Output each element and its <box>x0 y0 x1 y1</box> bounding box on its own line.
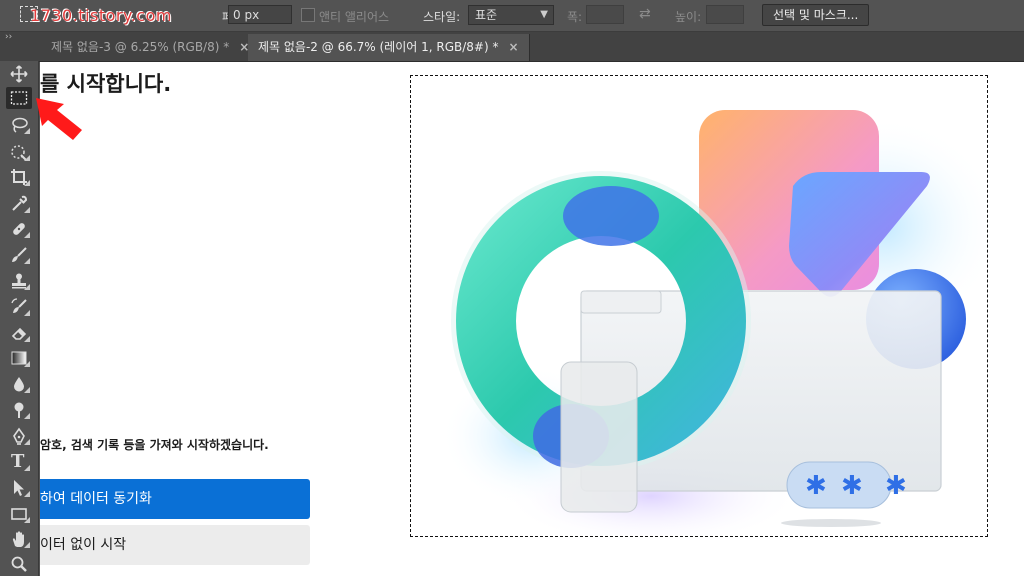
close-icon[interactable]: × <box>508 40 518 54</box>
quick-selection-tool[interactable] <box>6 141 32 163</box>
antialias-label: 앤티 앨리어스 <box>319 10 390 24</box>
collapse-panel-icon[interactable]: ›› <box>5 32 12 42</box>
type-icon: T <box>11 451 25 472</box>
select-and-mask-button[interactable]: 선택 및 마스크... <box>762 4 870 26</box>
tool-flyout-icon <box>24 284 30 290</box>
zoom-tool[interactable] <box>6 553 32 575</box>
tool-flyout-icon <box>24 387 30 393</box>
feather-input[interactable]: 0 px <box>228 5 292 24</box>
sync-data-label: 하여 데이터 동기화 <box>40 491 152 507</box>
path-selection-tool[interactable] <box>6 477 32 499</box>
height-input[interactable] <box>706 5 744 24</box>
eraser-tool[interactable] <box>6 322 32 344</box>
style-select[interactable]: 표준 ▼ <box>468 5 554 25</box>
tool-flyout-icon <box>24 232 30 238</box>
tool-flyout-icon <box>24 310 30 316</box>
sync-description: 암호, 검색 기록 등을 가져와 시작하겠습니다. <box>40 438 269 452</box>
style-label: 스타일: <box>423 10 461 24</box>
tool-flyout-icon <box>24 155 30 161</box>
tool-flyout-icon <box>24 258 30 264</box>
tab-label: 제목 없음-2 @ 66.7% (레이어 1, RGB/8#) * <box>258 40 499 54</box>
tool-flyout-icon <box>24 465 30 471</box>
tool-flyout-icon <box>24 491 30 497</box>
move-tool[interactable] <box>6 63 32 85</box>
tool-flyout-icon <box>24 439 30 445</box>
gradient-tool[interactable] <box>6 347 32 369</box>
eyedropper-tool[interactable] <box>6 193 32 215</box>
marquee-selection[interactable] <box>410 75 988 537</box>
rectangle-tool[interactable] <box>6 503 32 525</box>
dodge-tool[interactable] <box>6 399 32 421</box>
annotation-arrow-icon <box>36 98 82 140</box>
tab-document-2[interactable]: 제목 없음-2 @ 66.7% (레이어 1, RGB/8#) * × <box>248 34 530 61</box>
width-input[interactable] <box>586 5 624 24</box>
healing-brush-tool[interactable] <box>6 218 32 240</box>
tool-flyout-icon <box>24 180 30 186</box>
antialias-checkbox[interactable] <box>301 8 315 22</box>
tab-document-3[interactable]: 제목 없음-3 @ 6.25% (RGB/8) * × <box>41 34 261 61</box>
tool-flyout-icon <box>24 413 30 419</box>
chevron-down-icon: ▼ <box>540 9 548 20</box>
tab-label: 제목 없음-3 @ 6.25% (RGB/8) * <box>51 40 230 54</box>
crop-tool[interactable] <box>6 166 32 188</box>
type-tool[interactable]: T <box>6 451 32 473</box>
history-brush-tool[interactable] <box>6 296 32 318</box>
hand-tool[interactable] <box>6 528 32 550</box>
tool-flyout-icon <box>24 336 30 342</box>
zoom-icon <box>11 556 27 572</box>
width-label: 폭: <box>567 10 583 24</box>
move-icon <box>10 65 28 83</box>
document-tab-bar: ›› 제목 없음-3 @ 6.25% (RGB/8) * × 제목 없음-2 @ … <box>0 32 1024 62</box>
watermark: 1730.tistory.com <box>30 6 172 25</box>
swap-icon[interactable]: ⇄ <box>639 6 651 22</box>
tool-flyout-icon <box>24 361 30 367</box>
style-select-value: 표준 <box>475 8 498 22</box>
pen-tool[interactable] <box>6 425 32 447</box>
start-without-data-button[interactable]: 이터 없이 시작 <box>40 525 310 565</box>
sync-data-button[interactable]: 하여 데이터 동기화 <box>40 479 310 519</box>
tool-flyout-icon <box>24 542 30 548</box>
clone-stamp-tool[interactable] <box>6 270 32 292</box>
document-canvas[interactable]: 를 시작합니다. 암호, 검색 기록 등을 가져와 시작하겠습니다. 하여 데이… <box>40 62 1024 576</box>
tool-flyout-icon <box>24 207 30 213</box>
brush-tool[interactable] <box>6 244 32 266</box>
marquee-icon <box>10 91 28 105</box>
tool-flyout-icon <box>24 517 30 523</box>
blur-tool[interactable] <box>6 373 32 395</box>
start-without-data-label: 이터 없이 시작 <box>40 537 127 553</box>
options-bar: 1730.tistory.com 페더: 0 px 앤티 앨리어스 스타일: 표… <box>0 0 1024 32</box>
height-label: 높이: <box>675 10 702 24</box>
